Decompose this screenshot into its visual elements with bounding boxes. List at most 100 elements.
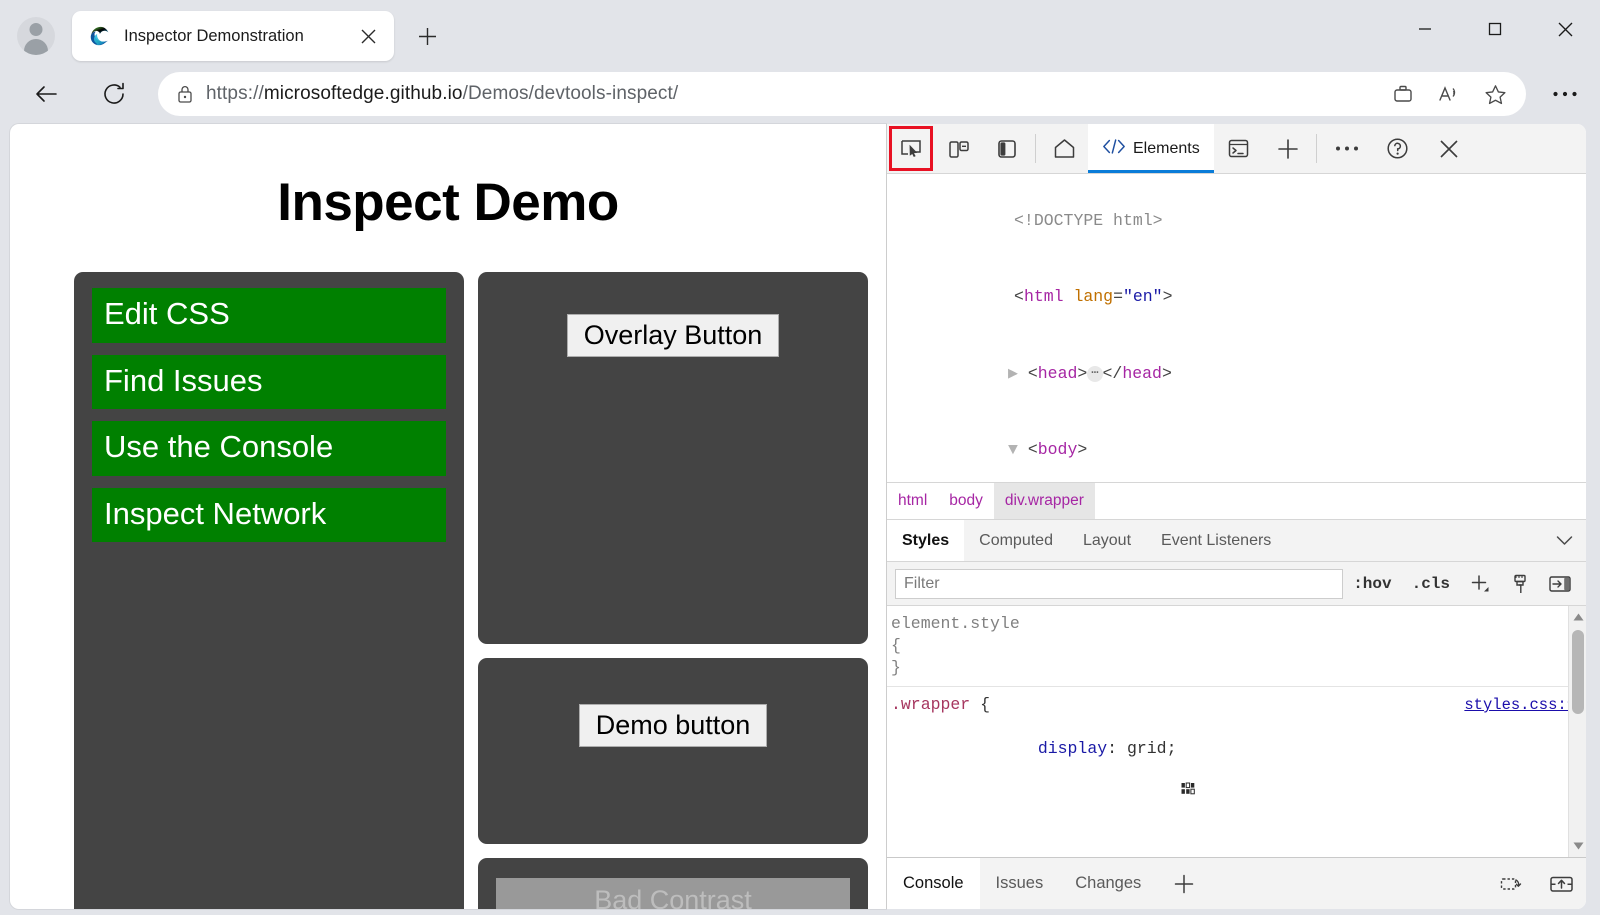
demo-page: Inspect Demo Overlay Button Edit CSS Fin… [10,124,886,909]
browser-window: Inspector Demonstration [0,0,1600,915]
address-bar-host: microsoftedge.github.io [264,83,463,104]
breadcrumb: html body div.wrapper [887,482,1586,520]
minimize-icon[interactable] [1390,0,1460,58]
tab-console[interactable]: Console [887,858,980,909]
console-terminal-icon[interactable] [1214,124,1264,173]
bad-contrast-button[interactable]: Bad Contrast [496,878,850,909]
dom-tag-html: html [1024,287,1064,306]
code-brackets-icon [1102,138,1126,160]
hov-button[interactable]: :hov [1343,575,1401,593]
collapsed-children-icon[interactable]: ⋯ [1087,366,1102,382]
links-panel: Edit CSS Find Issues Use the Console Ins… [74,272,464,909]
export-icon[interactable] [1536,858,1586,909]
styles-filter-row: :hov .cls [887,562,1586,606]
property-value[interactable]: grid [1127,739,1167,758]
list-item[interactable]: Find Issues [92,355,446,410]
toolbar-divider [1035,134,1036,163]
new-style-rule-plus-icon[interactable] [1460,573,1500,595]
expand-triangle-icon[interactable]: ▶ [1008,364,1018,383]
rule-selector[interactable]: .wrapper [891,695,970,714]
property-name[interactable]: display [1038,739,1107,758]
home-icon[interactable] [1040,124,1088,173]
styles-scrollbar[interactable] [1568,606,1586,857]
dom-attr-lang[interactable]: lang [1073,287,1113,306]
breadcrumb-item-html[interactable]: html [887,483,938,519]
browser-tab[interactable]: Inspector Demonstration [72,11,394,61]
more-tools-ellipsis-icon[interactable] [1321,124,1373,173]
maximize-icon[interactable] [1460,0,1530,58]
drawer-spacer [1211,858,1486,909]
close-icon[interactable] [1530,0,1600,58]
content-area: Inspect Demo Overlay Button Edit CSS Fin… [0,122,1600,915]
collapse-triangle-icon[interactable]: ▼ [1008,440,1018,459]
address-bar-path: /Demos/devtools-inspect/ [463,83,679,104]
tab-styles[interactable]: Styles [887,520,964,561]
breadcrumb-item-div-wrapper[interactable]: div.wrapper [994,483,1095,519]
scrollbar-thumb[interactable] [1572,630,1584,714]
browser-settings-ellipsis-icon[interactable] [1536,72,1594,116]
tab-layout[interactable]: Layout [1068,520,1146,561]
add-tab-plus-icon[interactable] [1264,124,1312,173]
tab-issues[interactable]: Issues [980,858,1060,909]
dom-line-body[interactable]: ▼ <body> [887,412,1586,483]
devtools-drawer: Console Issues Changes [887,857,1586,909]
add-drawer-tab-plus-icon[interactable] [1157,858,1211,909]
tab-computed[interactable]: Computed [964,520,1068,561]
paint-brush-icon[interactable] [1500,573,1540,595]
chevron-down-icon[interactable] [1542,520,1586,561]
tab-strip: Inspector Demonstration [0,0,1600,72]
demo-button[interactable]: Demo button [579,704,768,747]
filter-input[interactable] [895,569,1343,599]
rule-element-style[interactable]: element.style { } [887,606,1586,687]
breadcrumb-item-body[interactable]: body [938,483,994,519]
devtools-panel: Elements [886,124,1586,909]
question-circle-icon[interactable] [1373,124,1423,173]
collections-icon[interactable] [1380,75,1426,113]
tab-elements[interactable]: Elements [1088,124,1214,173]
lock-icon[interactable] [164,75,206,113]
scroll-up-arrow-icon[interactable] [1569,608,1586,626]
device-emulation-icon[interactable] [935,124,983,173]
dom-tag-head-close: head [1122,364,1162,383]
scroll-down-arrow-icon[interactable] [1569,837,1586,855]
page-viewport: Inspect Demo Overlay Button Edit CSS Fin… [10,124,886,909]
star-icon[interactable] [1472,75,1518,113]
toggle-sidebar-icon[interactable] [1540,574,1580,594]
style-source-link[interactable]: styles.css:9 [1464,694,1576,716]
links-list: Edit CSS Find Issues Use the Console Ins… [92,288,446,542]
restore-drawer-icon[interactable] [1486,858,1536,909]
profile-avatar-icon [17,17,55,55]
styles-content[interactable]: element.style { } .wrapper { styles.css:… [887,606,1586,857]
profile-button[interactable] [14,14,58,58]
back-arrow-icon[interactable] [26,74,66,114]
list-item[interactable]: Use the Console [92,421,446,476]
declaration-display[interactable]: display: grid; [891,716,1576,848]
declaration-grid-gap[interactable]: grid-gap: ▶10px; [891,848,1576,857]
reload-icon[interactable] [94,74,134,114]
list-item[interactable]: Inspect Network [92,488,446,543]
dock-side-icon[interactable] [983,124,1031,173]
toolbar-divider [1316,134,1317,163]
dom-line-head[interactable]: ▶ <head>⋯</head> [887,335,1586,412]
navigation-bar: https://microsoftedge.github.io/Demos/de… [0,66,1600,122]
list-item[interactable]: Edit CSS [92,288,446,343]
new-tab-button[interactable] [410,19,444,53]
tab-event-listeners[interactable]: Event Listeners [1146,520,1286,561]
overlay-button[interactable]: Overlay Button [567,314,780,357]
close-icon[interactable] [354,22,382,50]
dom-tree[interactable]: <!DOCTYPE html> <html lang="en"> ▶ <head… [887,174,1586,482]
read-aloud-icon[interactable] [1426,75,1472,113]
wrapper-grid: Overlay Button Edit CSS Find Issues Use … [74,272,868,909]
dom-attr-lang-value[interactable]: "en" [1123,287,1163,306]
tab-changes[interactable]: Changes [1059,858,1157,909]
inspect-element-icon[interactable] [887,124,935,173]
close-devtools-icon[interactable] [1423,124,1475,173]
cls-button[interactable]: .cls [1402,575,1460,593]
grid-editor-icon[interactable] [1043,760,1197,826]
dom-line-html[interactable]: <html lang="en"> [887,259,1586,336]
rule-wrapper[interactable]: .wrapper { styles.css:9 display: grid; [887,687,1586,857]
rule-selector[interactable]: element.style [891,613,1020,635]
address-bar[interactable]: https://microsoftedge.github.io/Demos/de… [158,72,1526,116]
tab-elements-label: Elements [1133,140,1200,158]
dom-line-doctype[interactable]: <!DOCTYPE html> [887,182,1586,259]
